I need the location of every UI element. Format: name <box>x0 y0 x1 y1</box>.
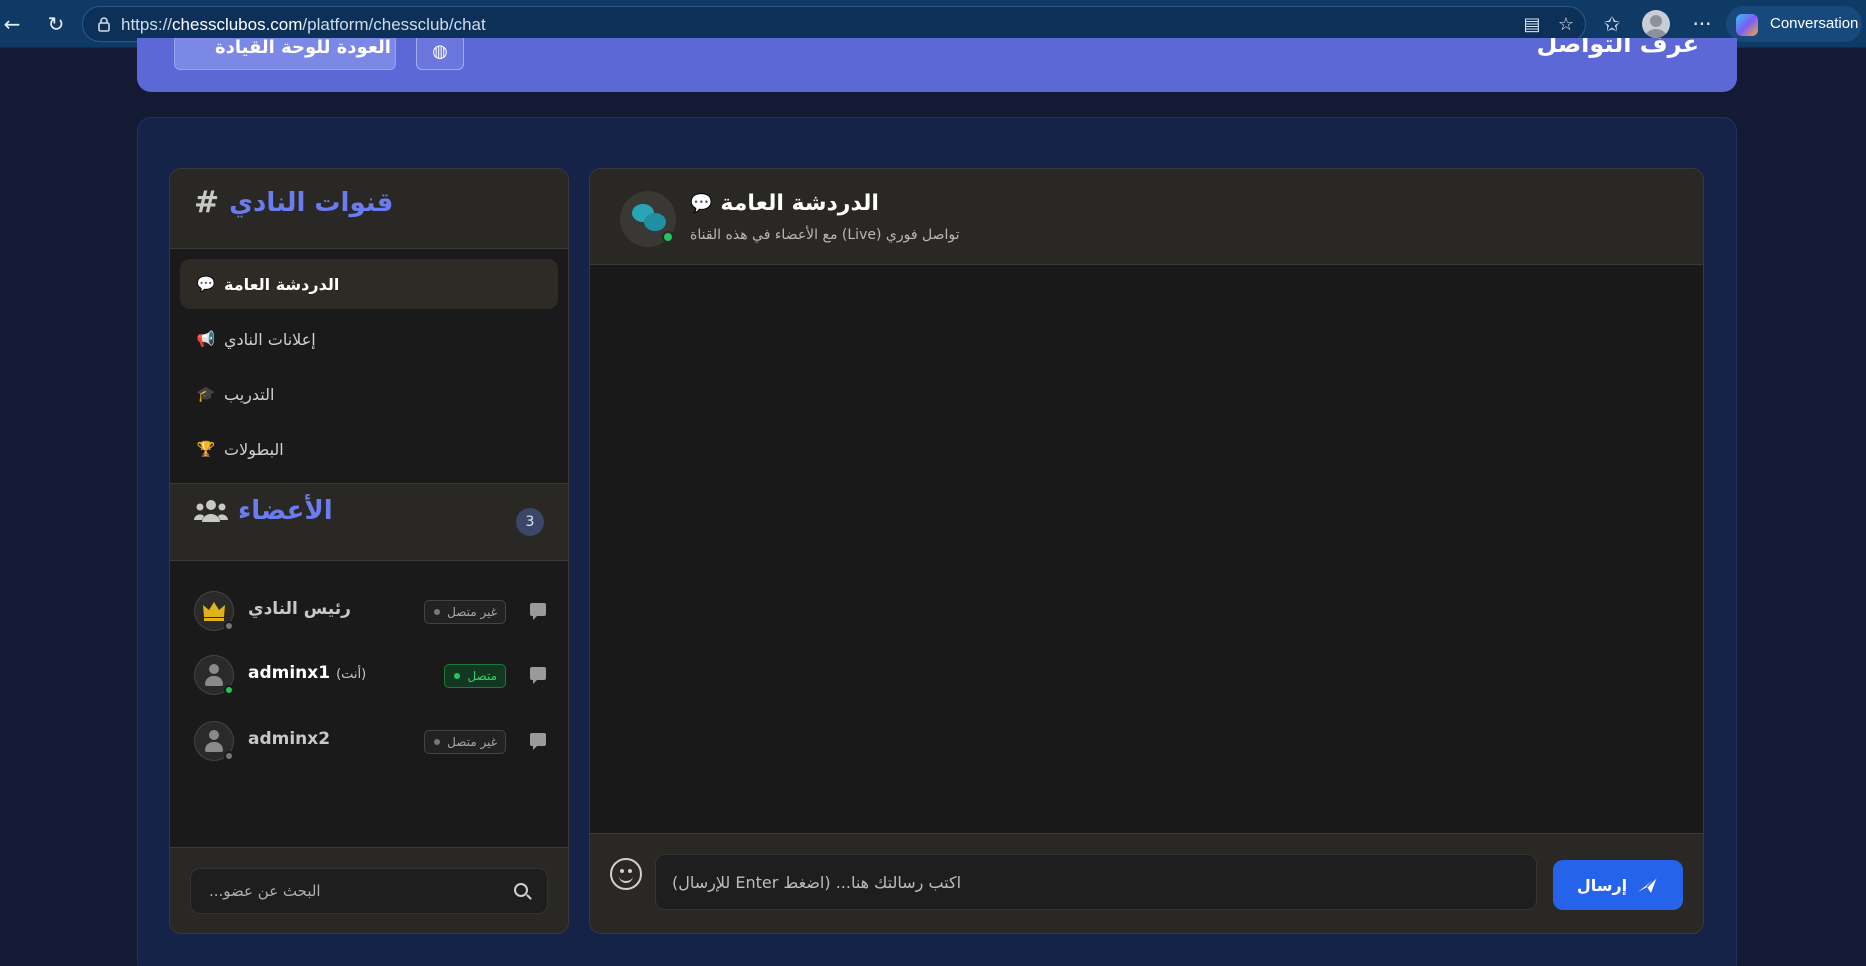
channel-avatar <box>620 191 676 247</box>
send-button[interactable]: إرسال <box>1553 860 1683 910</box>
sidebar: # قنوات النادي 💬 الدردشة العامة 📢 إعلانا… <box>169 168 569 934</box>
chat-header: الدردشة العامة 💬 تواصل فوري (Live) مع ال… <box>590 169 1703 265</box>
send-paper-plane-icon <box>1638 876 1658 893</box>
hash-icon: # <box>194 185 220 220</box>
channel-online-dot <box>662 231 674 243</box>
more-menu-icon[interactable]: ··· <box>1690 12 1714 36</box>
language-globe-button[interactable]: ◍ <box>416 38 464 70</box>
user-icon <box>209 730 219 740</box>
direct-message-icon[interactable] <box>530 667 546 684</box>
user-icon <box>209 664 219 674</box>
favorites-icon[interactable]: ✩ <box>1600 12 1624 36</box>
emoji-picker-icon[interactable] <box>610 858 642 890</box>
member-status-dot <box>224 751 234 761</box>
page-header-banner: العودة للوحة القيادة ◍ غرف التواصل <box>137 38 1737 92</box>
search-icon <box>514 883 528 897</box>
chat-panel: الدردشة العامة 💬 تواصل فوري (Live) مع ال… <box>589 168 1704 934</box>
member-row[interactable]: adminx1 (أنت) متصل <box>194 653 546 697</box>
direct-message-icon[interactable] <box>530 733 546 750</box>
reader-mode-icon[interactable]: ▤ <box>1521 14 1543 36</box>
globe-icon: ◍ <box>432 41 448 62</box>
members-count-badge: 3 <box>516 508 544 536</box>
copilot-conversation-button[interactable]: Conversation <box>1726 6 1862 42</box>
url-text: https://chessclubos.com/platform/chesscl… <box>121 15 486 34</box>
speech-bubble-icon: 💬 <box>196 275 216 293</box>
speech-bubble-icon: 💬 <box>690 193 713 214</box>
member-name: adminx1 (أنت) <box>248 663 367 683</box>
lock-icon <box>98 17 110 32</box>
message-input[interactable] <box>655 854 1537 910</box>
address-bar[interactable]: https://chessclubos.com/platform/chesscl… <box>82 6 1586 42</box>
reload-icon[interactable]: ↻ <box>44 12 68 36</box>
status-badge: متصل <box>444 664 506 688</box>
favorite-star-icon[interactable]: ☆ <box>1555 14 1577 36</box>
member-row[interactable]: رئيس النادي غير متصل <box>194 589 546 633</box>
member-status-dot <box>224 621 234 631</box>
profile-avatar[interactable] <box>1642 10 1670 38</box>
channel-training[interactable]: 🎓 التدريب <box>180 369 558 419</box>
channels-header: # قنوات النادي <box>170 169 568 249</box>
member-row[interactable]: adminx2 غير متصل <box>194 719 546 763</box>
channel-tournaments[interactable]: 🏆 البطولات <box>180 424 558 474</box>
chat-subtitle: تواصل فوري (Live) مع الأعضاء في هذه القن… <box>690 227 960 243</box>
back-to-dashboard-button[interactable]: العودة للوحة القيادة <box>174 38 396 70</box>
member-search-input[interactable] <box>190 868 548 914</box>
channel-club-announcements[interactable]: 📢 إعلانات النادي <box>180 314 558 364</box>
users-group-icon <box>194 500 228 522</box>
page-title: غرف التواصل <box>1536 38 1699 58</box>
member-name: adminx2 <box>248 729 331 749</box>
messages-area[interactable] <box>590 265 1703 835</box>
member-name: رئيس النادي <box>248 599 351 619</box>
megaphone-icon: 📢 <box>196 330 216 348</box>
graduation-cap-icon: 🎓 <box>196 385 216 403</box>
channel-general-chat[interactable]: 💬 الدردشة العامة <box>180 259 558 309</box>
copilot-icon <box>1736 14 1758 36</box>
chat-title: الدردشة العامة 💬 <box>690 191 879 216</box>
member-status-dot <box>224 685 234 695</box>
back-arrow-icon[interactable]: ← <box>0 12 24 36</box>
direct-message-icon[interactable] <box>530 603 546 620</box>
status-badge: غير متصل <box>424 600 506 624</box>
member-search-bar <box>170 847 568 933</box>
members-title: الأعضاء <box>238 496 333 526</box>
chat-composer: إرسال <box>590 833 1703 933</box>
trophy-icon: 🏆 <box>196 440 216 458</box>
channels-title: قنوات النادي <box>229 187 394 218</box>
members-header: الأعضاء 3 <box>170 483 568 561</box>
status-badge: غير متصل <box>424 730 506 754</box>
